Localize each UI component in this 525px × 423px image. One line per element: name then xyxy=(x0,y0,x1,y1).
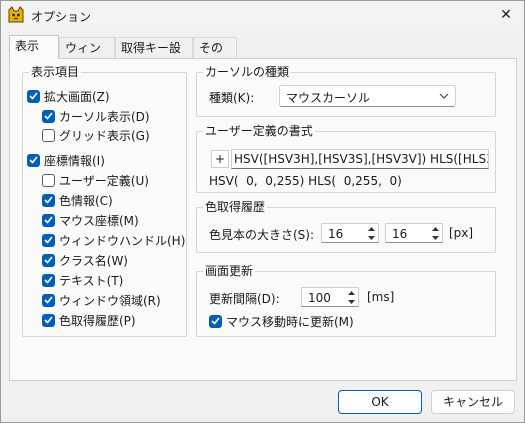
close-button[interactable]: ✕ xyxy=(494,4,518,26)
checkbox-window-handle[interactable]: ウィンドウハンドル(H) xyxy=(42,231,185,249)
app-cat-icon xyxy=(8,6,24,23)
checkbox-label: 色情報(C) xyxy=(59,193,113,208)
screen-update-title: 画面更新 xyxy=(203,263,256,279)
checkbox-label: カーソル表示(D) xyxy=(59,109,150,124)
checkbox-label: マウス座標(M) xyxy=(59,213,139,228)
spin-up-icon[interactable] xyxy=(364,224,378,233)
update-interval-value: 100 xyxy=(308,291,331,305)
tab-other[interactable]: その他 xyxy=(193,37,237,75)
screen-update-group: 画面更新 更新間隔(D): 100 [ms] マウス移動時に更新(M) xyxy=(196,263,496,337)
checkbox-unchecked-icon xyxy=(42,173,55,187)
user-format-value: HSV([HSV3H],[HSV3S],[HSV3V]) HLS([HLS3H xyxy=(234,152,489,166)
checkbox-cursor-display[interactable]: カーソル表示(D) xyxy=(42,107,150,125)
swatch-height-value: 16 xyxy=(392,227,408,241)
tab-capture-key[interactable]: 取得キー設定 xyxy=(115,37,193,75)
display-items-group: 表示項目 拡大画面(Z) カーソル表示(D) グリッド表示(G) 座標情報(I)… xyxy=(22,64,187,337)
swatch-size-unit: [px] xyxy=(449,226,474,240)
checkbox-zoom-screen[interactable]: 拡大画面(Z) xyxy=(27,87,110,105)
update-interval-unit: [ms] xyxy=(367,290,395,304)
update-interval-label: 更新間隔(D): xyxy=(209,292,280,306)
title-bar: オプション ✕ xyxy=(1,1,524,31)
swatch-width-spinner[interactable]: 16 xyxy=(321,223,379,243)
display-items-title: 表示項目 xyxy=(29,64,82,80)
checkbox-window-region[interactable]: ウィンドウ領域(R) xyxy=(42,291,161,309)
checkbox-checked-icon xyxy=(42,273,55,287)
checkbox-update-on-mouse-move[interactable]: マウス移動時に更新(M) xyxy=(209,312,354,330)
swatch-width-value: 16 xyxy=(328,227,344,241)
checkbox-label: テキスト(T) xyxy=(59,273,124,288)
checkbox-class-name[interactable]: クラス名(W) xyxy=(42,251,128,269)
color-history-group: 色取得履歴 色見本の大きさ(S): 16 16 [px] xyxy=(196,199,496,253)
update-interval-spinner[interactable]: 100 xyxy=(301,287,359,307)
checkbox-mouse-coord[interactable]: マウス座標(M) xyxy=(42,211,139,229)
checkbox-label: ウィンドウハンドル(H) xyxy=(59,233,186,248)
user-format-group: ユーザー定義の書式 + HSV([HSV3H],[HSV3S],[HSV3V])… xyxy=(196,123,496,193)
checkbox-checked-icon xyxy=(27,153,40,167)
checkbox-unchecked-icon xyxy=(42,128,55,142)
checkbox-checked-icon xyxy=(42,293,55,307)
checkbox-checked-icon xyxy=(42,253,55,267)
chevron-down-icon xyxy=(439,93,449,99)
checkbox-checked-icon xyxy=(42,193,55,207)
spinner-buttons[interactable] xyxy=(428,224,442,242)
cursor-type-select[interactable]: マウスカーソル xyxy=(279,85,456,107)
spin-down-icon[interactable] xyxy=(428,233,442,242)
color-history-title: 色取得履歴 xyxy=(203,199,268,215)
checkbox-checked-icon xyxy=(42,233,55,247)
checkbox-label: クラス名(W) xyxy=(59,253,128,268)
spin-down-icon[interactable] xyxy=(344,297,358,306)
checkbox-checked-icon xyxy=(42,313,55,327)
cursor-type-label: 種類(K): xyxy=(209,91,255,105)
checkbox-label: 色取得履歴(P) xyxy=(59,313,136,328)
checkbox-grid-display[interactable]: グリッド表示(G) xyxy=(42,126,150,144)
ok-button[interactable]: OK xyxy=(338,390,422,414)
user-format-title: ユーザー定義の書式 xyxy=(203,123,315,139)
swatch-size-label: 色見本の大きさ(S): xyxy=(209,228,315,242)
checkbox-checked-icon xyxy=(42,109,55,123)
checkbox-label: マウス移動時に更新(M) xyxy=(226,314,354,329)
checkbox-label: 拡大画面(Z) xyxy=(44,89,110,104)
insert-token-button[interactable]: + xyxy=(211,150,229,168)
spin-down-icon[interactable] xyxy=(364,233,378,242)
checkbox-label: ウィンドウ領域(R) xyxy=(59,293,161,308)
tab-display[interactable]: 表示 xyxy=(9,35,59,59)
cursor-type-title: カーソルの種類 xyxy=(203,64,292,80)
checkbox-text[interactable]: テキスト(T) xyxy=(42,271,123,289)
checkbox-label: 座標情報(I) xyxy=(44,153,105,168)
tab-panel-display: 表示項目 拡大画面(Z) カーソル表示(D) グリッド表示(G) 座標情報(I)… xyxy=(9,58,517,381)
spinner-buttons[interactable] xyxy=(344,288,358,306)
swatch-height-spinner[interactable]: 16 xyxy=(385,223,443,243)
user-format-input[interactable]: HSV([HSV3H],[HSV3S],[HSV3V]) HLS([HLS3H xyxy=(231,149,489,169)
close-icon: ✕ xyxy=(500,7,512,23)
window-title: オプション xyxy=(31,10,92,24)
cancel-button[interactable]: キャンセル xyxy=(431,390,515,414)
checkbox-user-defined[interactable]: ユーザー定義(U) xyxy=(42,171,149,189)
checkbox-color-history[interactable]: 色取得履歴(P) xyxy=(42,311,136,329)
checkbox-checked-icon xyxy=(27,89,40,103)
checkbox-label: グリッド表示(G) xyxy=(59,128,150,143)
checkbox-coord-info[interactable]: 座標情報(I) xyxy=(27,151,105,169)
user-format-preview: HSV( 0, 0,255) HLS( 0,255, 0) xyxy=(209,174,402,188)
spin-up-icon[interactable] xyxy=(344,288,358,297)
cursor-type-group: カーソルの種類 種類(K): マウスカーソル xyxy=(196,64,496,117)
checkbox-color-info[interactable]: 色情報(C) xyxy=(42,191,113,209)
spinner-buttons[interactable] xyxy=(364,224,378,242)
cursor-type-value: マウスカーソル xyxy=(286,91,371,105)
options-dialog: オプション ✕ 表示 ウィンドウ 取得キー設定 その他 表示項目 拡大画面(Z)… xyxy=(0,0,525,423)
tab-window[interactable]: ウィンドウ xyxy=(59,37,115,75)
checkbox-label: ユーザー定義(U) xyxy=(59,173,149,188)
spin-up-icon[interactable] xyxy=(428,224,442,233)
checkbox-checked-icon xyxy=(42,213,55,227)
checkbox-checked-icon xyxy=(209,314,222,328)
